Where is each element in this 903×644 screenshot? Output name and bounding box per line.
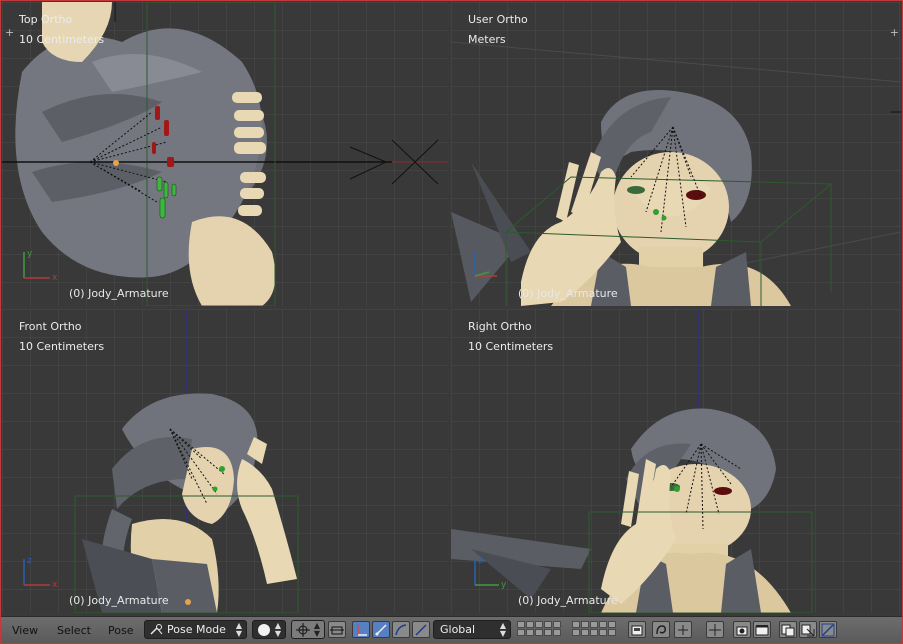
updown-arrows-icon: ▲ ▼ [274, 621, 281, 638]
updown-arrows-icon: ▲ ▼ [499, 621, 506, 638]
viewport-front-ortho[interactable]: Front Ortho 10 Centimeters z x (0) Jody_… [2, 309, 448, 613]
bone-icon [678, 625, 688, 635]
scene-right-ortho[interactable] [451, 309, 901, 613]
mode-label: Pose Mode [167, 623, 226, 636]
svg-text:y: y [501, 580, 507, 590]
axis-gizmo-icon: z y [474, 556, 507, 590]
snap-icon [709, 624, 721, 636]
axis-gizmo-icon: y x [23, 249, 58, 283]
svg-text:z: z [478, 556, 483, 566]
viewport-title: Top Ortho [19, 13, 73, 26]
viewport-title: Right Ortho [468, 320, 532, 333]
camera-icon [821, 623, 835, 637]
viewport-scale: 10 Centimeters [19, 33, 105, 46]
scale-icon [395, 624, 407, 636]
onion-icon [656, 625, 666, 635]
mode-icon [150, 624, 163, 635]
pose-lock-icon [631, 625, 643, 636]
orientation-label: Global [440, 623, 476, 636]
scene-front-ortho[interactable] [2, 309, 448, 613]
viewport-shading-select[interactable]: ▲ ▼ [252, 620, 286, 639]
3d-view-header: View Select Pose Pose Mode ▲ ▼ ▲ ▼ ▲ ▼ G… [0, 616, 903, 644]
scene-top-ortho[interactable] [2, 2, 448, 306]
pivot-icon [296, 623, 310, 637]
paste-flipped-button[interactable] [799, 621, 817, 638]
viewport-scale: Meters [468, 33, 506, 46]
snap-toggle[interactable] [706, 621, 724, 638]
manipulator-toggle[interactable] [328, 621, 346, 638]
mode-select[interactable]: Pose Mode ▲ ▼ [144, 620, 247, 639]
paste-flipped-icon [801, 624, 815, 637]
render-icon [755, 625, 769, 636]
copy-pose-icon [736, 626, 748, 636]
viewport-scale: 10 Centimeters [468, 340, 554, 353]
updown-arrows-icon: ▲ ▼ [313, 621, 320, 638]
paste-pose-button[interactable] [779, 621, 797, 638]
active-object-label: (0) Jody_Armature [69, 594, 169, 607]
menu-view[interactable]: View [12, 624, 38, 637]
manipulator-icon [330, 626, 344, 635]
bone-display-button[interactable] [674, 621, 692, 638]
menu-pose[interactable]: Pose [108, 624, 133, 637]
transform-orientation-button[interactable] [412, 621, 430, 638]
region-toggle-icon[interactable]: + [890, 26, 899, 39]
translate-manipulator-button[interactable] [352, 621, 370, 638]
orientation-select[interactable]: Global ▲ ▼ [433, 620, 511, 639]
active-object-label: (0) Jody_Armature [518, 287, 618, 300]
copy-pose-button[interactable] [733, 621, 751, 638]
layer-lock-button[interactable] [628, 621, 646, 638]
svg-text:z: z [27, 556, 32, 566]
scale-manipulator-button[interactable] [392, 621, 410, 638]
svg-text:x: x [52, 273, 58, 283]
svg-text:x: x [52, 580, 58, 590]
manipulator-icon [415, 624, 427, 636]
scene-user-ortho[interactable] [451, 2, 901, 306]
viewport-top-ortho[interactable]: + Top Ortho 10 Centimeters y x (0) Jody_… [2, 2, 448, 306]
shading-sphere-icon [258, 624, 270, 636]
camera-button[interactable] [819, 621, 837, 638]
updown-arrows-icon: ▲ ▼ [235, 621, 242, 638]
axis-gizmo-icon: z x [23, 556, 58, 590]
rotate-icon [375, 624, 387, 636]
svg-text:y: y [27, 249, 33, 259]
menu-select[interactable]: Select [57, 624, 91, 637]
viewport-right-ortho[interactable]: Right Ortho 10 Centimeters z y (0) Jody_… [451, 309, 901, 613]
viewport-title: Front Ortho [19, 320, 82, 333]
rotate-manipulator-button[interactable] [372, 621, 390, 638]
region-toggle-icon[interactable]: + [5, 26, 14, 39]
viewport-title: User Ortho [468, 13, 528, 26]
axis-gizmo-icon [474, 252, 497, 277]
pivot-point-select[interactable]: ▲ ▼ [291, 620, 325, 639]
viewport-scale: 10 Centimeters [19, 340, 105, 353]
active-object-label: (0) Jody_Armature [69, 287, 169, 300]
active-object-label: (0) Jody_Armature [518, 594, 618, 607]
paste-pose-icon [781, 624, 795, 637]
onion-skin-button[interactable] [652, 621, 670, 638]
translate-icon [357, 625, 367, 636]
render-button[interactable] [753, 621, 771, 638]
viewport-user-ortho[interactable]: + User Ortho Meters (0) Jody_Armature [451, 2, 901, 306]
